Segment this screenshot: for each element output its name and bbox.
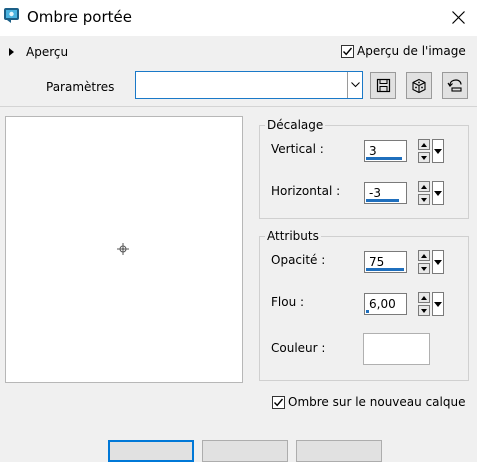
- horizontal-value: -3: [369, 186, 381, 200]
- random-preset-button[interactable]: [406, 72, 432, 99]
- up-arrow-icon: [421, 184, 427, 189]
- blur-slider-button[interactable]: [432, 292, 444, 316]
- up-arrow-icon: [421, 295, 427, 300]
- vertical-decrement-button[interactable]: [418, 152, 430, 163]
- vertical-increment-button[interactable]: [418, 139, 430, 150]
- separator: [0, 106, 477, 107]
- image-preview-checkbox[interactable]: Aperçu de l'image: [341, 42, 466, 60]
- reset-icon: [447, 79, 462, 92]
- down-arrow-icon: [421, 266, 427, 271]
- blur-level-bar: [366, 310, 369, 313]
- cancel-button[interactable]: [202, 440, 288, 462]
- offset-group-title: Décalage: [265, 118, 326, 132]
- window-title: Ombre portée: [27, 8, 132, 26]
- presets-dropdown[interactable]: [135, 71, 363, 99]
- blur-spinner[interactable]: [418, 292, 430, 316]
- preview-toggle-label: Aperçu: [26, 45, 69, 59]
- attributes-group-title: Attributs: [265, 229, 321, 243]
- opacity-decrement-button[interactable]: [418, 263, 430, 274]
- down-arrow-icon: [421, 197, 427, 202]
- new-layer-label: Ombre sur le nouveau calque: [288, 395, 466, 409]
- save-preset-button[interactable]: [370, 72, 396, 99]
- horizontal-increment-button[interactable]: [418, 181, 430, 192]
- checkmark-icon: [273, 398, 284, 406]
- blur-increment-button[interactable]: [418, 292, 430, 303]
- down-arrow-icon: [421, 155, 427, 160]
- new-layer-checkbox[interactable]: Ombre sur le nouveau calque: [272, 393, 465, 411]
- checkbox-box[interactable]: [341, 44, 354, 58]
- blur-value: 6,00: [369, 297, 396, 311]
- color-label: Couleur :: [271, 341, 326, 355]
- checkbox-box[interactable]: [272, 395, 285, 409]
- opacity-spinner[interactable]: [418, 250, 430, 274]
- vertical-label: Vertical :: [271, 142, 324, 156]
- up-arrow-icon: [421, 253, 427, 258]
- chevron-down-icon[interactable]: [347, 72, 362, 98]
- vertical-spinner[interactable]: [418, 139, 430, 163]
- vertical-input[interactable]: 3: [364, 140, 407, 162]
- dropdown-arrow-icon: [434, 190, 442, 196]
- save-icon: [376, 78, 390, 93]
- opacity-label: Opacité :: [271, 253, 326, 267]
- dropdown-arrow-icon: [434, 148, 442, 154]
- up-arrow-icon: [421, 142, 427, 147]
- image-preview-label: Aperçu de l'image: [357, 44, 466, 58]
- horizontal-spinner[interactable]: [418, 181, 430, 205]
- color-swatch[interactable]: [363, 333, 430, 365]
- chevron-right-icon: [9, 48, 14, 56]
- opacity-input[interactable]: 75: [364, 251, 407, 273]
- close-button[interactable]: [440, 0, 477, 34]
- horizontal-slider-button[interactable]: [432, 181, 444, 205]
- horizontal-label: Horizontal :: [271, 184, 341, 198]
- dice-icon: [412, 78, 426, 93]
- horizontal-level-bar: [366, 199, 399, 202]
- blur-decrement-button[interactable]: [418, 305, 430, 316]
- opacity-increment-button[interactable]: [418, 250, 430, 261]
- dropdown-arrow-icon: [434, 259, 442, 265]
- blur-label: Flou :: [271, 295, 305, 309]
- preview-toggle[interactable]: Aperçu: [6, 44, 68, 60]
- checkmark-icon: [342, 47, 353, 55]
- blur-input[interactable]: 6,00: [364, 293, 407, 315]
- horizontal-input[interactable]: -3: [364, 182, 407, 204]
- vertical-level-bar: [366, 157, 402, 160]
- vertical-slider-button[interactable]: [432, 139, 444, 163]
- reset-preset-button[interactable]: [442, 72, 468, 99]
- pan-cursor-icon: [116, 242, 130, 256]
- opacity-level-bar: [366, 268, 404, 271]
- vertical-value: 3: [369, 144, 377, 158]
- app-icon: [3, 7, 21, 24]
- down-arrow-icon: [421, 308, 427, 313]
- opacity-slider-button[interactable]: [432, 250, 444, 274]
- dropdown-arrow-icon: [434, 301, 442, 307]
- presets-label: Paramètres: [46, 80, 115, 94]
- close-icon: [452, 10, 465, 24]
- opacity-value: 75: [369, 255, 385, 269]
- help-button[interactable]: [296, 440, 382, 462]
- horizontal-decrement-button[interactable]: [418, 194, 430, 205]
- ok-button[interactable]: [108, 440, 194, 462]
